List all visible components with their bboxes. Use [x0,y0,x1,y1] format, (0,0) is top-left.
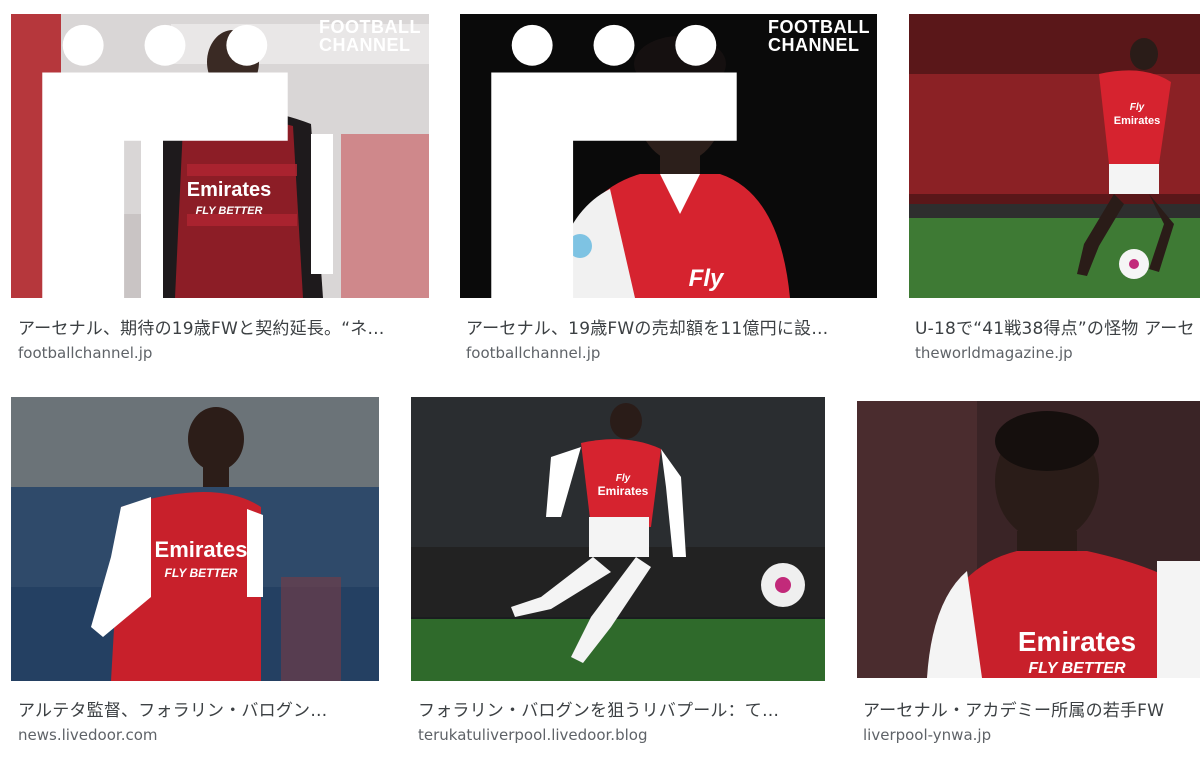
jersey-sponsor-text: Fly [1130,102,1145,113]
result-title[interactable]: アーセナル、19歳FWの売却額を11億円に設… [466,314,876,339]
result-source: news.livedoor.com [18,726,158,744]
result-source: footballchannel.jp [466,344,601,362]
result-source: liverpool-ynwa.jp [863,726,992,744]
watermark-line-1: FOOTBALL [318,17,421,37]
watermark-logo: FOOTBALL CHANNEL [15,18,421,298]
jersey-slogan-text: Emirates [1114,115,1160,127]
result-card[interactable]: Fly FOOTBALL CHANNEL アーセナル、19歳FWの売却額を11億円… [448,0,888,380]
result-card[interactable]: Emirates FLY BETTER アーセナル・アカデミー所属の若手FW l… [847,386,1200,760]
result-card[interactable]: Emirates FLY BETTER アルテタ監督、フォラリン・バログン… n… [0,386,390,760]
result-title[interactable]: アーセナル・アカデミー所属の若手FW [863,696,1200,721]
result-title[interactable]: アルテタ監督、フォラリン・バログン… [18,696,378,721]
result-card[interactable]: Fly Emirates フォラリン・バログンを狙うリバプール：て… teruk… [400,386,840,760]
football-channel-logo-icon [491,24,737,298]
result-source: theworldmagazine.jp [915,344,1073,362]
football-channel-logo-icon [42,24,288,298]
jersey-slogan-text: FLY BETTER [1028,660,1126,677]
watermark-line-1: FOOTBALL [767,17,870,37]
result-title[interactable]: U-18で“41戦38得点”の怪物 アーセ [915,314,1200,339]
jersey-sponsor-text: Fly [616,473,631,484]
result-card[interactable]: Emirates FLY BETTER FOOTBALL CHANNEL アーセナ… [0,0,440,380]
result-thumbnail[interactable]: Emirates FLY BETTER FOOTBALL CHANNEL [11,14,429,298]
jersey-sponsor-text: Emirates [155,537,248,562]
jersey-sponsor-text: Emirates [1018,626,1136,657]
watermark-line-2: CHANNEL [767,35,860,55]
result-source: terukatuliverpool.livedoor.blog [418,726,648,744]
result-thumbnail[interactable]: Fly Emirates [909,14,1200,298]
result-title[interactable]: アーセナル、期待の19歳FWと契約延長。“ネ… [18,314,428,339]
result-source: footballchannel.jp [18,344,153,362]
result-thumbnail[interactable]: Emirates FLY BETTER [857,401,1200,678]
result-thumbnail[interactable]: Fly FOOTBALL CHANNEL [460,14,877,298]
result-thumbnail[interactable]: Emirates FLY BETTER [11,397,379,681]
jersey-slogan-text: Emirates [598,484,649,498]
result-title[interactable]: フォラリン・バログンを狙うリバプール：て… [418,696,828,721]
jersey-slogan-text: FLY BETTER [165,566,238,580]
result-thumbnail[interactable]: Fly Emirates [411,397,825,681]
watermark-logo: FOOTBALL CHANNEL [464,18,870,298]
result-card[interactable]: Fly Emirates U-18で“41戦38得点”の怪物 アーセ thewo… [897,0,1200,380]
watermark-line-2: CHANNEL [318,35,411,55]
